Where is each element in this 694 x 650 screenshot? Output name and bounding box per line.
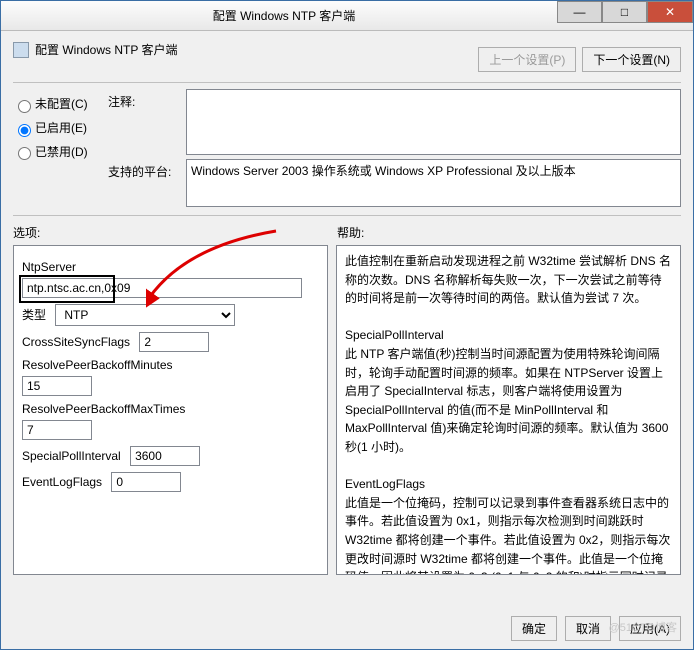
comment-label: 注释: [108,89,178,155]
type-label: 类型 [22,308,46,322]
dialog-window: 配置 Windows NTP 客户端 — □ ✕ 配置 Windows NTP … [0,0,694,650]
specialpoll-input[interactable] [130,446,200,466]
options-panel: NtpServer 类型 NTP CrossSiteSyncFlags Reso… [13,245,328,575]
ntpserver-label: NtpServer [22,260,319,274]
titlebar: 配置 Windows NTP 客户端 — □ ✕ [1,1,693,31]
help-label: 帮助: [337,224,364,241]
crosssite-input[interactable] [139,332,209,352]
apply-button[interactable]: 应用(A) [619,616,681,641]
comment-textarea[interactable] [186,89,681,155]
backoffmin-label: ResolvePeerBackoffMinutes [22,358,319,372]
help-panel: 此值控制在重新启动发现进程之前 W32time 尝试解析 DNS 名称的次数。D… [336,245,681,575]
ntpserver-input[interactable] [22,278,302,298]
type-select[interactable]: NTP [55,304,235,326]
maximize-button[interactable]: □ [602,1,647,23]
eventlog-input[interactable] [111,472,181,492]
minimize-button[interactable]: — [557,1,602,23]
backoffmax-label: ResolvePeerBackoffMaxTimes [22,402,319,416]
options-label: 选项: [13,224,337,241]
separator-2 [13,215,681,216]
backoffmax-input[interactable] [22,420,92,440]
window-buttons: — □ ✕ [557,1,693,30]
cancel-button[interactable]: 取消 [565,616,611,641]
radio-enabled[interactable]: 已启用(E) [13,119,100,137]
backoffmin-input[interactable] [22,376,92,396]
eventlog-label: EventLogFlags [22,475,102,489]
policy-icon [13,42,29,58]
radio-disabled[interactable]: 已禁用(D) [13,143,100,161]
radio-not-configured[interactable]: 未配置(C) [13,95,100,113]
state-radio-group: 未配置(C) 已启用(E) 已禁用(D) [13,89,100,166]
window-title: 配置 Windows NTP 客户端 [11,7,557,24]
header-title: 配置 Windows NTP 客户端 [35,41,177,58]
specialpoll-label: SpecialPollInterval [22,449,121,463]
prev-setting-button[interactable]: 上一个设置(P) [478,47,576,72]
close-button[interactable]: ✕ [647,1,693,23]
ok-button[interactable]: 确定 [511,616,557,641]
next-setting-button[interactable]: 下一个设置(N) [582,47,681,72]
separator [13,82,681,83]
platform-text: Windows Server 2003 操作系统或 Windows XP Pro… [186,159,681,207]
platform-label: 支持的平台: [108,159,178,207]
crosssite-label: CrossSiteSyncFlags [22,335,130,349]
